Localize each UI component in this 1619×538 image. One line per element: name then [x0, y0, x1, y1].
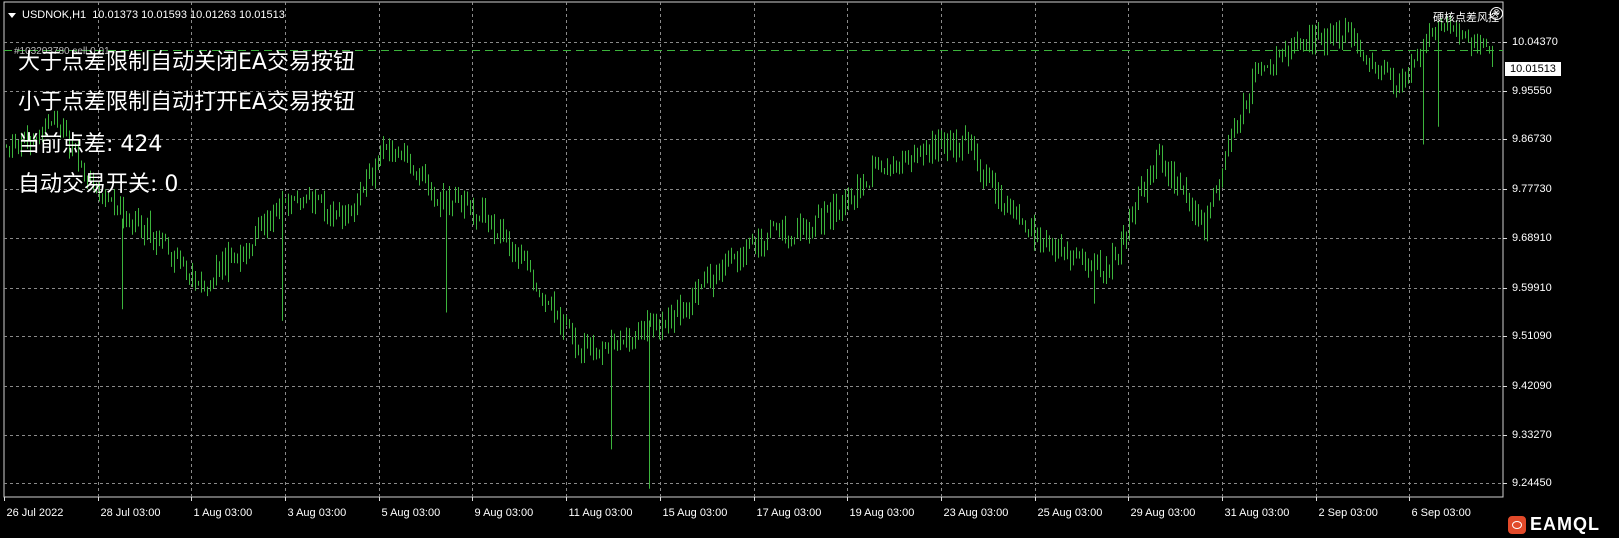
time-tick-label: 17 Aug 03:00 — [756, 507, 822, 519]
eamql-watermark: EAMQL — [1530, 514, 1600, 534]
ohlc-values: 10.01373 10.01593 10.01263 10.01513 — [92, 9, 285, 21]
time-tick-label: 28 Jul 03:00 — [100, 507, 161, 519]
price-tick-label: 9.68910 — [1512, 231, 1552, 244]
price-tick-label: 10.04370 — [1512, 35, 1558, 48]
price-tick-label: 9.33270 — [1512, 428, 1552, 441]
price-tick-label: 9.59910 — [1512, 281, 1552, 294]
price-series — [6, 15, 1493, 489]
collapse-arrow-icon[interactable] — [8, 12, 16, 18]
overlay-current-spread: 当前点差: 424 — [18, 132, 163, 157]
time-tick-label: 1 Aug 03:00 — [193, 507, 253, 519]
time-tick-label: 15 Aug 03:00 — [662, 507, 728, 519]
time-tick-label: 6 Sep 03:00 — [1411, 507, 1471, 519]
price-tick-label: 9.24450 — [1512, 476, 1552, 489]
price-tick-label: 9.77730 — [1512, 182, 1552, 195]
symbol-label: USDNOK,H1 — [22, 9, 87, 21]
price-tick-label: 9.95550 — [1512, 84, 1552, 97]
time-tick-label: 2 Sep 03:00 — [1318, 507, 1378, 519]
overlay-autotrading-switch: 自动交易开关: 0 — [18, 172, 179, 197]
time-tick-label: 3 Aug 03:00 — [287, 507, 347, 519]
time-tick-label: 5 Aug 03:00 — [381, 507, 441, 519]
eamql-logo: EAMQL — [1508, 514, 1600, 535]
time-tick-label: 25 Aug 03:00 — [1037, 507, 1103, 519]
time-tick-label: 11 Aug 03:00 — [568, 507, 633, 519]
price-chart[interactable] — [0, 0, 1619, 538]
chart-header: USDNOK,H1 10.01373 10.01593 10.01263 10.… — [8, 9, 285, 21]
ea-name-label: 硬核点差风控 — [1433, 11, 1499, 24]
overlay-text-line-1: 大于点差限制自动关闭EA交易按钮 — [18, 50, 355, 75]
ea-close-icon[interactable]: ⊗ — [1490, 7, 1503, 20]
mt4-chart-window[interactable]: USDNOK,H1 10.01373 10.01593 10.01263 10.… — [0, 0, 1619, 538]
time-tick-label: 29 Aug 03:00 — [1130, 507, 1196, 519]
price-tick-label: 9.51090 — [1512, 329, 1552, 342]
time-tick-label: 26 Jul 2022 — [6, 507, 64, 519]
price-tick-label: 9.42090 — [1512, 379, 1552, 392]
time-tick-label: 9 Aug 03:00 — [474, 507, 534, 519]
time-tick-label: 19 Aug 03:00 — [849, 507, 915, 519]
time-tick-label: 23 Aug 03:00 — [943, 507, 1009, 519]
current-price-tag: 10.01513 — [1505, 62, 1561, 76]
eamql-logo-icon — [1508, 515, 1526, 534]
price-tick-label: 9.86730 — [1512, 132, 1552, 145]
time-tick-label: 31 Aug 03:00 — [1224, 507, 1290, 519]
overlay-text-line-2: 小于点差限制自动打开EA交易按钮 — [18, 90, 355, 115]
